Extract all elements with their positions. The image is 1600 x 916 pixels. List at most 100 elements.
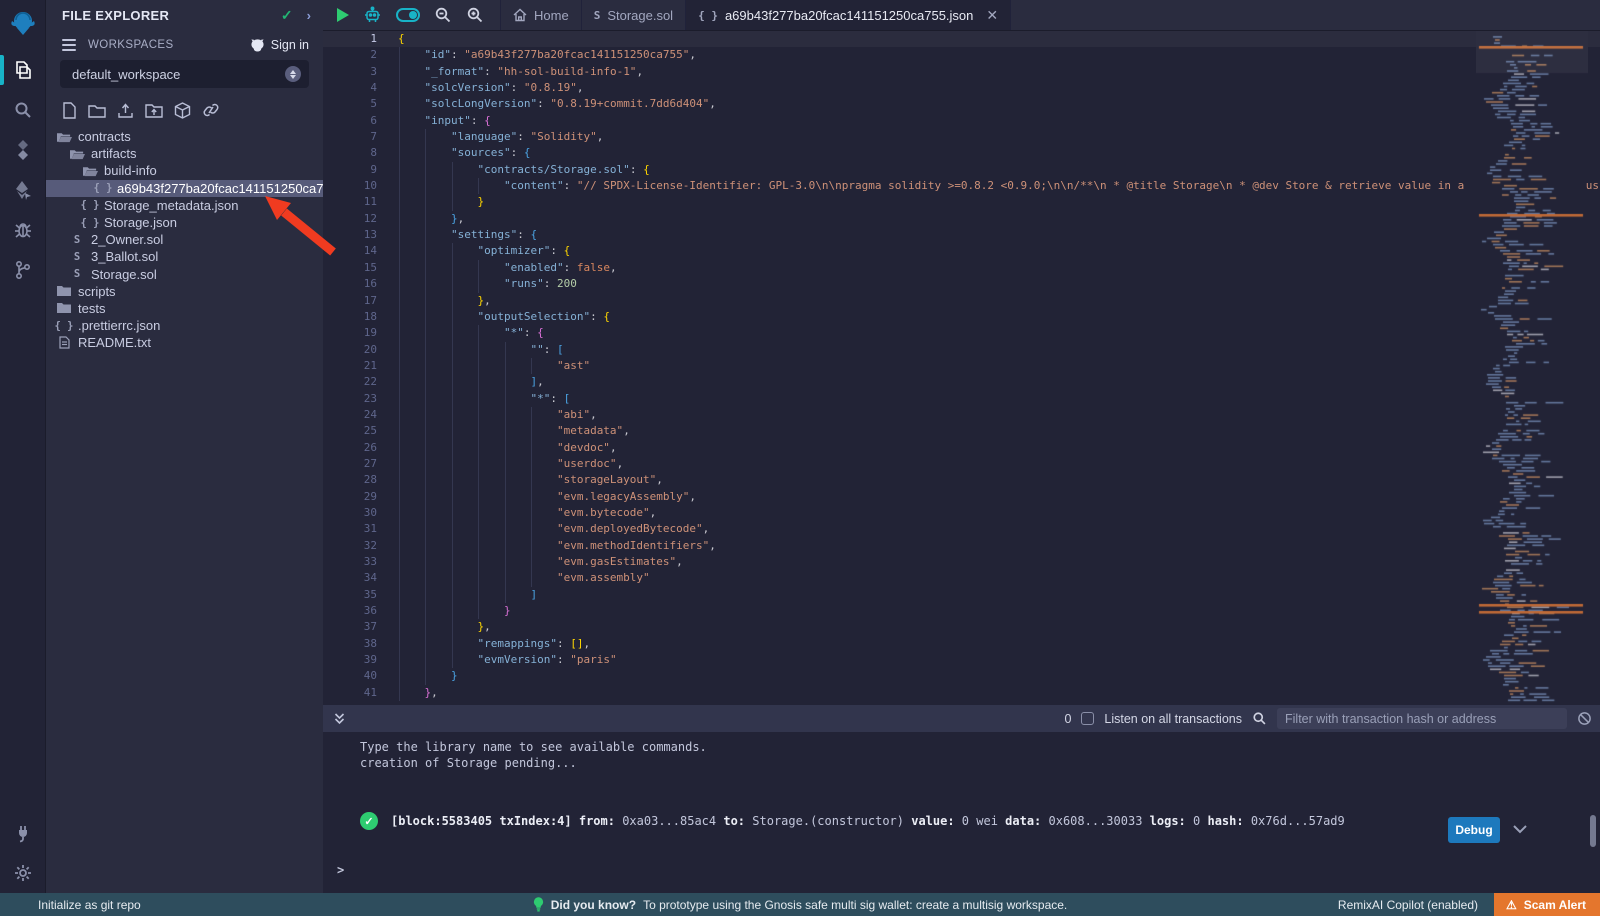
code-line-6[interactable]: 6 "input": {	[323, 113, 1600, 129]
upload-folder-icon[interactable]	[145, 102, 163, 118]
ipfs-cube-icon[interactable]	[174, 102, 191, 119]
sidebar-item-debugger[interactable]	[0, 210, 46, 250]
close-tab-icon[interactable]: ✕	[986, 7, 998, 24]
code-line-41[interactable]: 41 },	[323, 685, 1600, 701]
ai-copilot-robot-icon[interactable]	[363, 6, 382, 25]
code-line-2[interactable]: 2 "id": "a69b43f277ba20fcac141151250ca75…	[323, 47, 1600, 63]
debug-button[interactable]: Debug	[1448, 817, 1500, 843]
line-content: "evm.bytecode",	[398, 505, 656, 521]
transaction-row[interactable]: ✓ [block:5583405 txIndex:4] from: 0xa03.…	[360, 812, 1490, 830]
tree-item--prettierrc-json[interactable]: { }.prettierrc.json	[46, 317, 323, 334]
tab-build-info-json[interactable]: { } a69b43f277ba20fcac141151250ca755.jso…	[686, 0, 1011, 30]
collapse-terminal-icon[interactable]	[333, 712, 346, 726]
tree-item-a69b43f277ba20fcac141151250ca7-[interactable]: { }a69b43f277ba20fcac141151250ca7...	[46, 180, 323, 197]
github-sign-in[interactable]: Sign in	[250, 38, 309, 52]
code-line-3[interactable]: 3 "_format": "hh-sol-build-info-1",	[323, 64, 1600, 80]
tree-item-storage-sol[interactable]: SStorage.sol	[46, 266, 323, 283]
code-line-11[interactable]: 11 }	[323, 194, 1600, 210]
code-line-32[interactable]: 32 "evm.methodIdentifiers",	[323, 538, 1600, 554]
expand-tx-chevron-icon[interactable]	[1512, 824, 1528, 834]
tree-item-3-ballot-sol[interactable]: S3_Ballot.sol	[46, 248, 323, 265]
code-line-28[interactable]: 28 "storageLayout",	[323, 472, 1600, 488]
tree-item-contracts[interactable]: contracts	[46, 128, 323, 145]
terminal-prompt[interactable]: >	[337, 863, 344, 877]
tab-storage-sol[interactable]: S Storage.sol	[582, 0, 686, 30]
code-line-7[interactable]: 7 "language": "Solidity",	[323, 129, 1600, 145]
move-panel-chevron-icon[interactable]: ›	[307, 8, 311, 23]
sidebar-item-git[interactable]	[0, 250, 46, 290]
code-line-12[interactable]: 12 },	[323, 211, 1600, 227]
code-line-29[interactable]: 29 "evm.legacyAssembly",	[323, 489, 1600, 505]
code-line-37[interactable]: 37 },	[323, 619, 1600, 635]
code-line-5[interactable]: 5 "solcLongVersion": "0.8.19+commit.7dd6…	[323, 96, 1600, 112]
code-line-35[interactable]: 35 ]	[323, 587, 1600, 603]
sidebar-item-plugin-manager[interactable]	[0, 813, 46, 853]
code-line-8[interactable]: 8 "sources": {	[323, 145, 1600, 161]
new-folder-icon[interactable]	[88, 103, 106, 118]
code-line-10[interactable]: 10 "content": "// SPDX-License-Identifie…	[323, 178, 1600, 194]
copilot-toggle[interactable]	[396, 8, 420, 22]
code-editor[interactable]: 1{2 "id": "a69b43f277ba20fcac141151250ca…	[323, 31, 1600, 705]
code-line-25[interactable]: 25 "metadata",	[323, 423, 1600, 439]
zoom-in-icon[interactable]	[466, 6, 484, 24]
code-line-38[interactable]: 38 "remappings": [],	[323, 636, 1600, 652]
tree-item-readme-txt[interactable]: README.txt	[46, 334, 323, 351]
new-file-icon[interactable]	[62, 102, 77, 119]
code-line-19[interactable]: 19 "*": {	[323, 325, 1600, 341]
run-script-icon[interactable]	[337, 8, 349, 22]
sidebar-item-deploy-run[interactable]	[0, 170, 46, 210]
code-line-26[interactable]: 26 "devdoc",	[323, 440, 1600, 456]
tree-item-tests[interactable]: tests	[46, 300, 323, 317]
gist-link-icon[interactable]	[202, 102, 220, 118]
code-line-20[interactable]: 20 "": [	[323, 342, 1600, 358]
code-line-39[interactable]: 39 "evmVersion": "paris"	[323, 652, 1600, 668]
code-line-27[interactable]: 27 "userdoc",	[323, 456, 1600, 472]
code-line-40[interactable]: 40 }	[323, 668, 1600, 684]
sidebar-item-search[interactable]	[0, 90, 46, 130]
code-line-18[interactable]: 18 "outputSelection": {	[323, 309, 1600, 325]
tree-item-label: Storage.sol	[91, 267, 157, 282]
code-line-4[interactable]: 4 "solcVersion": "0.8.19",	[323, 80, 1600, 96]
code-line-13[interactable]: 13 "settings": {	[323, 227, 1600, 243]
sidebar-item-file-explorer[interactable]	[0, 50, 46, 90]
terminal-scrollbar[interactable]	[1590, 815, 1596, 847]
code-line-33[interactable]: 33 "evm.gasEstimates",	[323, 554, 1600, 570]
code-line-1[interactable]: 1{	[323, 31, 1600, 47]
listen-all-checkbox[interactable]	[1081, 712, 1094, 725]
code-line-31[interactable]: 31 "evm.deployedBytecode",	[323, 521, 1600, 537]
code-line-21[interactable]: 21 "ast"	[323, 358, 1600, 374]
scam-alert-badge[interactable]: ⚠ Scam Alert	[1494, 893, 1600, 916]
sidebar-item-settings[interactable]	[0, 853, 46, 893]
terminal-body[interactable]: Type the library name to see available c…	[323, 732, 1600, 893]
code-line-14[interactable]: 14 "optimizer": {	[323, 243, 1600, 259]
tab-home[interactable]: Home	[501, 0, 582, 30]
copilot-status[interactable]: RemixAI Copilot (enabled)	[1322, 898, 1494, 912]
code-line-34[interactable]: 34 "evm.assembly"	[323, 570, 1600, 586]
code-line-22[interactable]: 22 ],	[323, 374, 1600, 390]
tree-item-storage-metadata-json[interactable]: { }Storage_metadata.json	[46, 197, 323, 214]
upload-file-icon[interactable]	[117, 102, 134, 119]
workspace-select[interactable]: default_workspace	[60, 60, 309, 88]
tree-item-2-owner-sol[interactable]: S2_Owner.sol	[46, 231, 323, 248]
code-line-36[interactable]: 36 }	[323, 603, 1600, 619]
sidebar-item-solidity-compiler[interactable]	[0, 130, 46, 170]
code-line-16[interactable]: 16 "runs": 200	[323, 276, 1600, 292]
code-line-15[interactable]: 15 "enabled": false,	[323, 260, 1600, 276]
transaction-filter-input[interactable]	[1277, 708, 1567, 729]
code-line-30[interactable]: 30 "evm.bytecode",	[323, 505, 1600, 521]
sign-in-label: Sign in	[271, 38, 309, 52]
zoom-out-icon[interactable]	[434, 6, 452, 24]
tree-item-scripts[interactable]: scripts	[46, 283, 323, 300]
git-init-action[interactable]: Initialize as git repo	[0, 898, 141, 912]
tree-item-artifacts[interactable]: artifacts	[46, 145, 323, 162]
tree-item-build-info[interactable]: build-info	[46, 162, 323, 179]
code-line-9[interactable]: 9 "contracts/Storage.sol": {	[323, 162, 1600, 178]
tree-item-storage-json[interactable]: { }Storage.json	[46, 214, 323, 231]
code-line-24[interactable]: 24 "abi",	[323, 407, 1600, 423]
code-line-17[interactable]: 17 },	[323, 293, 1600, 309]
minimap[interactable]	[1476, 31, 1588, 705]
code-line-23[interactable]: 23 "*": [	[323, 391, 1600, 407]
clear-console-icon[interactable]	[1577, 711, 1592, 726]
workspaces-menu-icon[interactable]	[62, 39, 76, 51]
remix-logo-icon[interactable]	[0, 0, 46, 46]
